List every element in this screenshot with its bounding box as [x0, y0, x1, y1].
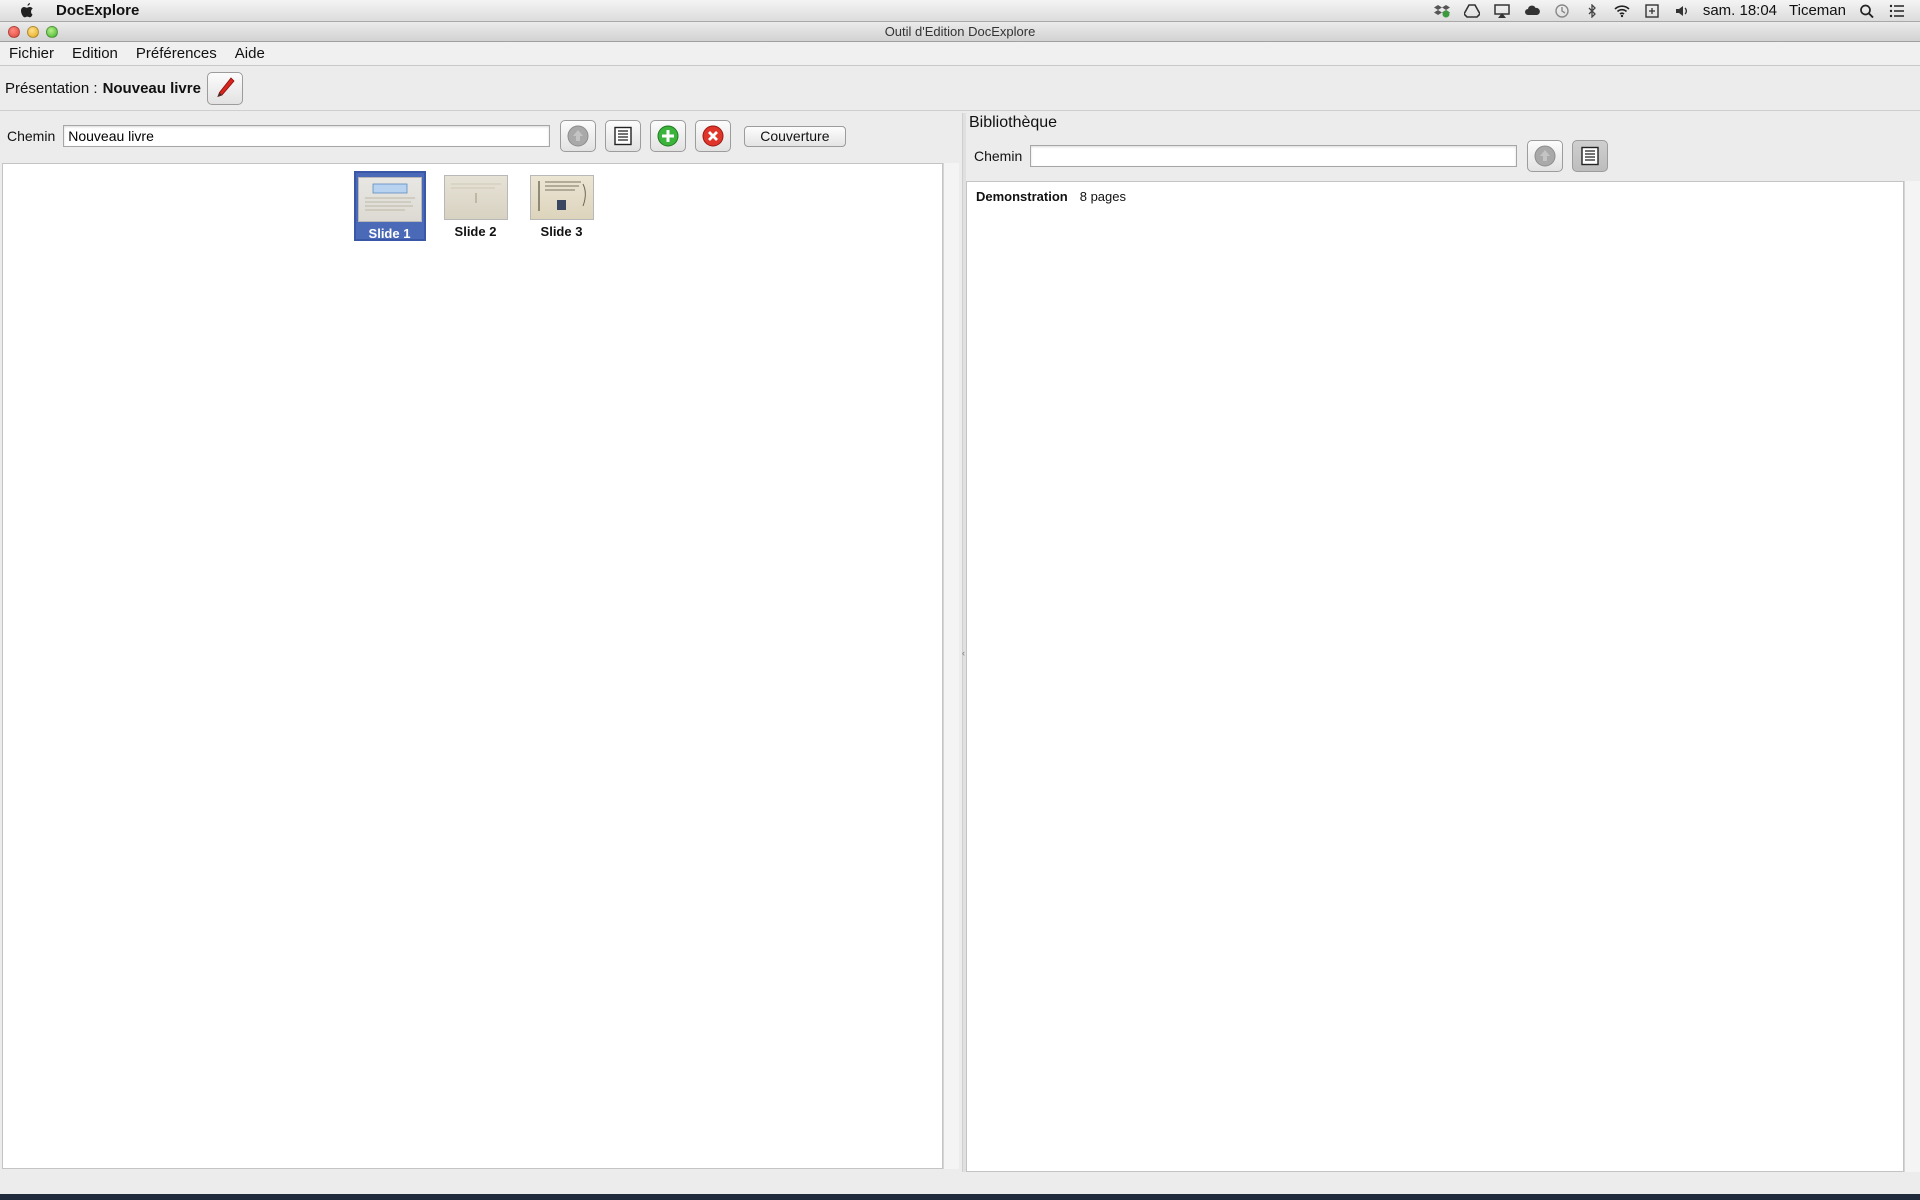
cloud-icon[interactable]: [1523, 3, 1541, 19]
cover-button[interactable]: Couverture: [744, 125, 846, 147]
airplay-icon[interactable]: [1493, 3, 1511, 19]
list-icon: [614, 126, 632, 146]
library-path-input[interactable]: [1030, 145, 1518, 167]
arrow-up-icon: [1534, 145, 1556, 167]
go-up-button[interactable]: [560, 120, 597, 152]
list-view-button[interactable]: [605, 120, 642, 152]
app-menubar: Fichier Edition Préférences Aide: [0, 42, 1920, 66]
path-input[interactable]: [63, 125, 551, 147]
plus-icon: [657, 125, 679, 147]
slide-item[interactable]: Slide 1: [353, 171, 426, 241]
slide-list: Slide 1 Slide 2 Slide 3: [9, 164, 942, 241]
library-path-label: Chemin: [974, 148, 1023, 164]
pencil-icon: [217, 77, 235, 98]
wifi-icon[interactable]: [1613, 3, 1631, 19]
window-title: Outil d'Edition DocExplore: [884, 24, 1036, 39]
slide-item[interactable]: Slide 2: [440, 171, 512, 241]
delete-slide-button[interactable]: [695, 120, 732, 152]
book-page-count: 8 pages: [1079, 189, 1126, 204]
zoom-window-button[interactable]: [46, 25, 58, 38]
library-scrollbar[interactable]: [1904, 181, 1920, 1172]
path-label: Chemin: [7, 128, 56, 144]
slides-scrollbar[interactable]: [943, 163, 959, 1169]
minimize-window-button[interactable]: [27, 25, 39, 38]
slide-thumbnail: [443, 175, 508, 220]
slide-item[interactable]: Slide 3: [526, 171, 598, 241]
slide-label: Slide 2: [454, 224, 497, 239]
library-list-view-button[interactable]: [1572, 140, 1609, 172]
library-title: Bibliothèque: [969, 114, 1058, 131]
presentation-name: Nouveau livre: [102, 79, 201, 97]
presentation-pane: Chemin Couverture: [0, 113, 962, 1172]
keyboard-input-icon[interactable]: [1643, 3, 1661, 19]
add-slide-button[interactable]: [650, 120, 687, 152]
library-go-up-button[interactable]: [1527, 140, 1564, 172]
divider-grip-icon[interactable]: ‹: [962, 648, 965, 658]
list-item[interactable]: Demonstration 8 pages: [967, 182, 1903, 204]
presentation-label: Présentation :: [5, 79, 98, 97]
presentation-bar: Présentation : Nouveau livre: [0, 66, 1920, 111]
slides-toolbar: Chemin Couverture: [0, 113, 962, 159]
clock[interactable]: sam. 18:04: [1703, 2, 1777, 19]
menu-aide[interactable]: Aide: [226, 45, 274, 62]
close-window-button[interactable]: [8, 25, 20, 38]
notification-center-icon[interactable]: [1888, 3, 1906, 19]
volume-icon[interactable]: [1673, 3, 1691, 19]
slide-thumbnail: [529, 175, 594, 220]
bluetooth-icon[interactable]: [1583, 3, 1601, 19]
rename-presentation-button[interactable]: [206, 71, 243, 105]
user-name[interactable]: Ticeman: [1789, 2, 1846, 19]
library-pane: Bibliothèque Chemin Demonstration 8 page…: [966, 113, 1920, 1172]
arrow-up-icon: [567, 125, 589, 147]
menu-preferences[interactable]: Préférences: [127, 45, 226, 62]
spotlight-search-icon[interactable]: [1858, 3, 1876, 19]
delete-icon: [702, 125, 724, 147]
menu-fichier[interactable]: Fichier: [0, 45, 63, 62]
window-titlebar[interactable]: Outil d'Edition DocExplore: [0, 22, 1920, 42]
list-icon: [1581, 146, 1599, 166]
mac-menubar: DocExplore sam. 18:04 Ticeman: [0, 0, 1920, 22]
menu-edition[interactable]: Edition: [63, 45, 127, 62]
slides-area: Slide 1 Slide 2 Slide 3: [2, 163, 943, 1169]
slide-label: Slide 3: [540, 224, 583, 239]
app-name[interactable]: DocExplore: [56, 2, 139, 19]
slide-thumbnail: [357, 177, 422, 222]
book-name: Demonstration: [976, 189, 1068, 204]
time-machine-icon[interactable]: [1553, 3, 1571, 19]
dropbox-icon[interactable]: [1433, 3, 1451, 19]
google-drive-icon[interactable]: [1463, 3, 1481, 19]
apple-icon[interactable]: [16, 2, 38, 20]
library-toolbar: Chemin: [966, 135, 1920, 177]
library-list: Demonstration 8 pages: [966, 181, 1904, 1172]
slide-label: Slide 1: [368, 226, 411, 241]
status-area: sam. 18:04 Ticeman: [1433, 0, 1920, 22]
